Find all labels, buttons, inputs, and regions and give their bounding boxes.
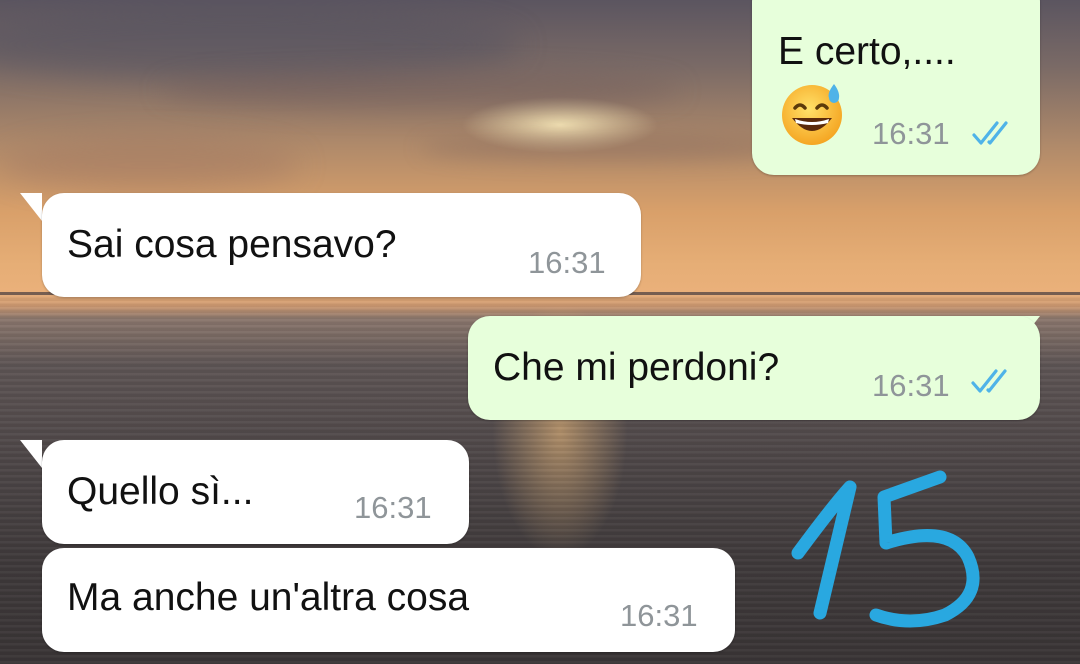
- message-text: Sai cosa pensavo?: [67, 223, 397, 266]
- message-bubble-incoming[interactable]: Ma anche un'altra cosa 16:31: [42, 548, 735, 652]
- message-time: 16:31: [528, 245, 606, 280]
- wallpaper-cloud: [420, 135, 800, 161]
- message-bubble-incoming[interactable]: Quello sì... 16:31: [42, 440, 469, 544]
- message-text: E certo,....: [778, 30, 956, 73]
- message-text: Quello sì...: [67, 470, 254, 513]
- message-text: Che mi perdoni?: [493, 346, 780, 389]
- wallpaper-cloud: [0, 140, 300, 190]
- message-bubble-incoming[interactable]: Sai cosa pensavo? 16:31: [42, 193, 641, 297]
- message-bubble-outgoing[interactable]: E certo,.... 16:31: [752, 0, 1040, 175]
- bubble-tail: [20, 440, 42, 468]
- message-time: 16:31: [872, 368, 950, 403]
- grinning-face-with-sweat-icon: [782, 84, 842, 145]
- message-time: 16:31: [620, 598, 698, 633]
- message-time: 16:31: [354, 490, 432, 525]
- message-bubble-outgoing[interactable]: Che mi perdoni? 16:31: [468, 316, 1040, 420]
- message-time: 16:31: [872, 116, 950, 151]
- read-receipt-double-check-icon: [972, 121, 1008, 145]
- handwritten-number-annotation: [791, 470, 980, 628]
- read-receipt-double-check-icon: [971, 369, 1007, 393]
- wallpaper-cloud: [160, 70, 680, 110]
- bubble-tail: [20, 193, 42, 221]
- message-text: Ma anche un'altra cosa: [67, 576, 470, 619]
